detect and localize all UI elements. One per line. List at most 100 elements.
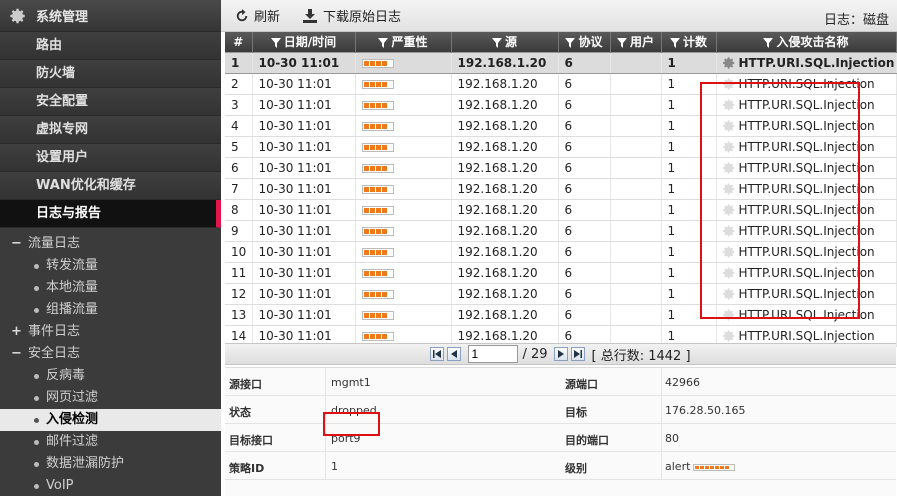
tree-intrusion-protection[interactable]: 入侵检测 xyxy=(0,409,221,431)
cell-count: 1 xyxy=(661,241,717,263)
last-page-button[interactable] xyxy=(570,347,585,361)
cell-attack-name: HTTP.URI.SQL.Injection xyxy=(716,262,897,284)
cell-user xyxy=(610,94,662,116)
cell-count: 1 xyxy=(661,115,717,137)
tree-multicast-traffic[interactable]: 组播流量 xyxy=(0,299,221,321)
detail-value-destination: 176.28.50.165 xyxy=(665,404,746,417)
col-header-attack-name[interactable]: 入侵攻击名称 xyxy=(716,32,897,52)
log-details-panel: 源接口 mgmt1 源端口 42966 状态 dropped 目标 176.28… xyxy=(225,367,896,496)
gear-icon xyxy=(722,161,734,174)
cell-datetime: 10-30 11:01 xyxy=(252,136,356,158)
next-page-icon xyxy=(557,350,564,358)
download-raw-log-button[interactable]: 下载原始日志 xyxy=(302,6,401,25)
cell-count: 1 xyxy=(661,304,717,326)
sidebar-item-wan-opt[interactable]: WAN优化和缓存 xyxy=(0,172,221,200)
table-row[interactable]: 11 10-30 11:01 192.168.1.20 6 1 HTTP.URI.SQL.… xyxy=(225,262,897,284)
cell-count: 1 xyxy=(661,94,717,116)
cell-protocol: 6 xyxy=(558,304,611,326)
severity-bar xyxy=(361,268,394,278)
col-header-datetime[interactable]: 日期/时间 xyxy=(252,32,356,52)
tree-label: 入侵检测 xyxy=(46,412,99,427)
gear-icon xyxy=(722,98,734,111)
tree-traffic-log[interactable]: − 流量日志 xyxy=(0,233,221,255)
sidebar-item-vpn[interactable]: 虚拟专网 xyxy=(0,116,221,144)
table-row[interactable]: 5 10-30 11:01 192.168.1.20 6 1 HTTP.URI.SQL.I… xyxy=(225,136,897,158)
col-header-protocol[interactable]: 协议 xyxy=(558,32,611,52)
level-severity-bar xyxy=(693,463,736,471)
cell-source: 192.168.1.20 xyxy=(451,73,559,95)
cell-user xyxy=(610,115,662,137)
cell-attack-name: HTTP.URI.SQL.Injection xyxy=(716,304,897,326)
col-header-user[interactable]: 用户 xyxy=(610,32,662,52)
tree-label: 组播流量 xyxy=(46,302,99,317)
table-row[interactable]: 10 10-30 11:01 192.168.1.20 6 1 HTTP.URI.SQL.… xyxy=(225,241,897,263)
tree-web-filter[interactable]: 网页过滤 xyxy=(0,387,221,409)
col-header-count[interactable]: 计数 xyxy=(661,32,717,52)
cell-user xyxy=(610,262,662,284)
cell-severity xyxy=(355,51,452,74)
next-page-button[interactable] xyxy=(553,347,568,361)
cell-attack-name: HTTP.URI.SQL.Injection xyxy=(716,73,897,95)
tree-email-filter[interactable]: 邮件过滤 xyxy=(0,431,221,453)
detail-value-status: dropped xyxy=(331,404,377,417)
refresh-button[interactable]: 刷新 xyxy=(235,6,280,25)
table-row[interactable]: 12 10-30 11:01 192.168.1.20 6 1 HTTP.URI.SQL.… xyxy=(225,283,897,305)
prev-page-button[interactable] xyxy=(447,347,462,361)
sidebar-item-routing[interactable]: 路由 xyxy=(0,32,221,60)
first-page-button[interactable] xyxy=(430,347,445,361)
table-row[interactable]: 9 10-30 11:01 192.168.1.20 6 1 HTTP.URI.SQL.I… xyxy=(225,220,897,242)
cell-source: 192.168.1.20 xyxy=(451,115,559,137)
cell-protocol: 6 xyxy=(558,262,611,284)
toolbar: 刷新 下载原始日志 日志：磁盘 xyxy=(221,0,897,32)
table-row[interactable]: 3 10-30 11:01 192.168.1.20 6 1 HTTP.URI.SQL.I… xyxy=(225,94,897,116)
tree-label: 流量日志 xyxy=(28,236,81,251)
col-header-source[interactable]: 源 xyxy=(451,32,559,52)
cell-count: 1 xyxy=(661,136,717,158)
cell-num: 12 xyxy=(225,283,253,305)
bullet-icon xyxy=(34,264,39,269)
table-row[interactable]: 2 10-30 11:01 192.168.1.20 6 1 HTTP.URI.SQL.I… xyxy=(225,73,897,95)
col-header-num[interactable]: # xyxy=(225,32,253,52)
sidebar-item-log-report[interactable]: 日志与报告 xyxy=(0,200,221,228)
cell-attack-name: HTTP.URI.SQL.Injection xyxy=(716,241,897,263)
tree-security-log[interactable]: − 安全日志 xyxy=(0,343,221,365)
cell-protocol: 6 xyxy=(558,51,611,74)
table-row[interactable]: 6 10-30 11:01 192.168.1.20 6 1 HTTP.URI.SQL.I… xyxy=(225,157,897,179)
gear-icon xyxy=(722,329,734,342)
table-row[interactable]: 4 10-30 11:01 192.168.1.20 6 1 HTTP.URI.SQL.I… xyxy=(225,115,897,137)
tree-antivirus[interactable]: 反病毒 xyxy=(0,365,221,387)
tree-label: 事件日志 xyxy=(28,324,81,339)
severity-bar xyxy=(361,205,394,215)
tree-label: 网页过滤 xyxy=(46,390,99,405)
cell-severity xyxy=(355,73,452,95)
cell-datetime: 10-30 11:01 xyxy=(252,94,356,116)
sidebar-item-security-profiles[interactable]: 安全配置 xyxy=(0,88,221,116)
sidebar-item-firewall[interactable]: 防火墙 xyxy=(0,60,221,88)
tree-dlp[interactable]: 数据泄漏防护 xyxy=(0,453,221,475)
table-row[interactable]: 1 10-30 11:01 192.168.1.20 6 1 HTTP.URI.SQL.I… xyxy=(225,51,897,74)
table-row[interactable]: 13 10-30 11:01 192.168.1.20 6 1 HTTP.URI.SQL.… xyxy=(225,304,897,326)
tree-event-log[interactable]: + 事件日志 xyxy=(0,321,221,343)
tree-voip[interactable]: VoIP xyxy=(0,475,221,496)
cell-protocol: 6 xyxy=(558,283,611,305)
col-header-severity[interactable]: 严重性 xyxy=(355,32,452,52)
cell-source: 192.168.1.20 xyxy=(451,241,559,263)
cell-attack-name: HTTP.URI.SQL.Injection xyxy=(716,199,897,221)
cell-protocol: 6 xyxy=(558,241,611,263)
cell-severity xyxy=(355,136,452,158)
sidebar-header-system-admin[interactable]: 系统管理 xyxy=(0,0,221,32)
sidebar-item-user[interactable]: 设置用户 xyxy=(0,144,221,172)
cell-severity xyxy=(355,115,452,137)
cell-num: 11 xyxy=(225,262,253,284)
table-row[interactable]: 7 10-30 11:01 192.168.1.20 6 1 HTTP.URI.SQL.I… xyxy=(225,178,897,200)
detail-key-level: 级别 xyxy=(565,462,587,475)
bullet-icon xyxy=(34,440,39,445)
total-rows-label: [ 总行数: 1442 ] xyxy=(591,348,691,364)
page-number-input[interactable] xyxy=(468,345,519,363)
tree-local-traffic[interactable]: 本地流量 xyxy=(0,277,221,299)
cell-protocol: 6 xyxy=(558,220,611,242)
detail-value-dst-interface: port9 xyxy=(331,432,361,445)
tree-label: 数据泄漏防护 xyxy=(46,456,125,471)
table-row[interactable]: 8 10-30 11:01 192.168.1.20 6 1 HTTP.URI.SQL.I… xyxy=(225,199,897,221)
tree-forward-traffic[interactable]: 转发流量 xyxy=(0,255,221,277)
